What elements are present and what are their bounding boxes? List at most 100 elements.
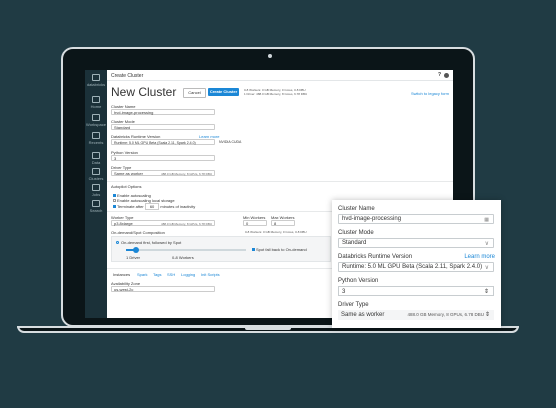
terminate-minutes-input[interactable]: 60 (144, 203, 160, 210)
slider-right-label: 0-8 Workers (172, 255, 194, 260)
home-icon (92, 96, 100, 103)
ondemand-option-text: On-demand first, followed by Spot (121, 240, 182, 245)
spot-fallback-option[interactable]: Spot fall back to On-demand (252, 247, 307, 252)
python-version-select[interactable]: 3 (111, 155, 215, 161)
id-card-icon: ▦ (484, 217, 489, 223)
cluster-icon (92, 168, 100, 175)
breadcrumb: Create Cluster (111, 73, 144, 79)
sidebar-item-workspace[interactable]: Workspace (85, 114, 107, 127)
sidebar-item-clusters[interactable]: Clusters (85, 168, 107, 181)
ondemand-label: On-demand/Spot Composition (111, 230, 165, 235)
autoscaling-disk-checkbox[interactable] (113, 199, 116, 202)
worker-type-select[interactable]: p3.8xlarge 488.0 GB Memory, 8 GPUs, 6.78… (111, 220, 215, 226)
autoscaling-checkbox[interactable] (113, 194, 116, 197)
sidebar-item-search[interactable]: Search (85, 200, 107, 213)
sidebar-item-databricks[interactable]: databricks (85, 74, 107, 87)
composition-slider[interactable] (126, 247, 246, 253)
summary-driver: 1 Driver: 488.0 GB Memory, 8 Cores, 6.78… (244, 92, 308, 96)
zoom-runtime-select[interactable]: Runtime: 5.0 ML GPU Beta (Scala 2.11, Sp… (338, 262, 494, 272)
zoom-python-value: 3 (342, 289, 346, 295)
zoom-cluster-name-value: hvd-image-processing (342, 216, 402, 222)
cluster-name-input[interactable]: hvd-image-processing (111, 109, 215, 115)
page-title: New Cluster (111, 85, 177, 99)
min-workers-input[interactable]: 0 (243, 220, 267, 226)
tab-instances[interactable]: Instances (113, 272, 130, 277)
worker-type-desc: 488.0 GB Memory, 8 GPUs, 6.78 DBU (161, 222, 212, 226)
user-icon[interactable] (444, 73, 449, 78)
zoom-python-select[interactable]: 3 ⇕ (338, 286, 494, 296)
zoom-cluster-mode-select[interactable]: Standard ∨ (338, 238, 494, 248)
zoom-learn-more-link[interactable]: Learn more (464, 254, 495, 260)
help-icon[interactable]: ? (438, 72, 441, 78)
zoom-panel: Cluster Name hvd-image-processing ▦ Clus… (332, 200, 501, 328)
ondemand-radio[interactable] (116, 241, 119, 244)
chevron-down-icon: ∨ (484, 241, 489, 247)
sidebar-item-label: Search (89, 208, 103, 213)
sidebar-item-recents[interactable]: Recents (85, 132, 107, 145)
section-divider (107, 181, 453, 182)
tab-ssh[interactable]: SSH (167, 272, 175, 277)
sidebar-item-label: Clusters (88, 176, 104, 181)
cancel-button[interactable]: Cancel (183, 88, 206, 98)
terminate-option[interactable]: Terminate after 60 minutes of inactivity (113, 203, 195, 210)
cluster-mode-select[interactable]: Standard (111, 124, 215, 130)
zoom-cluster-mode-value: Standard (342, 240, 367, 246)
chevron-down-icon: ∨ (484, 265, 489, 271)
zoom-runtime-value: Runtime: 5.0 ML GPU Beta (Scala 2.11, Sp… (342, 264, 483, 270)
slider-left-label: 1 Driver (126, 255, 141, 260)
spot-fallback-checkbox[interactable] (252, 248, 255, 251)
tab-init-scripts[interactable]: Init Scripts (201, 272, 220, 277)
ondemand-summary: 0-8 Workers: 0 GB Memory, 0 Cores, 0-8 D… (245, 230, 307, 234)
ondemand-option[interactable]: On-demand first, followed by Spot (116, 240, 181, 245)
slider-handle[interactable] (132, 247, 139, 253)
sidebar-item-label: databricks (86, 82, 106, 87)
zoom-driver-type-value: Same as worker (341, 312, 385, 318)
search-icon (92, 200, 100, 207)
zoom-driver-type-desc: 488.0 GB Memory, 8 GPUs, 6.78 DBU (407, 312, 484, 317)
sidebar-item-label: Home (90, 104, 102, 109)
sidebar-item-home[interactable]: Home (85, 96, 107, 109)
zoom-cluster-mode-label: Cluster Mode (338, 230, 374, 236)
tab-logging[interactable]: Logging (181, 272, 195, 277)
updown-icon: ⇕ (483, 289, 489, 295)
sidebar-item-label: Data (91, 160, 101, 165)
zoom-cluster-name-label: Cluster Name (338, 206, 375, 212)
runtime-select[interactable]: Runtime: 5.0 ML GPU Beta (Scala 2.11, Sp… (111, 139, 215, 145)
sidebar-item-data[interactable]: Data (85, 152, 107, 165)
legacy-form-link[interactable]: Switch to legacy form (411, 91, 449, 96)
data-icon (92, 152, 100, 159)
workspace-icon (92, 114, 100, 121)
top-bar: Create Cluster ? (107, 70, 453, 81)
sidebar: databricks Home Workspace Recents Data C… (85, 70, 107, 318)
sidebar-item-label: Recents (88, 140, 104, 145)
worker-type-value: p3.8xlarge (114, 221, 133, 226)
create-cluster-button[interactable]: Create Cluster (208, 88, 239, 96)
tab-tags[interactable]: Tags (153, 272, 161, 277)
clock-icon (92, 132, 100, 139)
tab-spark[interactable]: Spark (137, 272, 147, 277)
driver-type-desc: 488.0 GB Memory, 8 GPUs, 6.78 DBU (161, 172, 212, 176)
autopilot-label: Autopilot Options (111, 184, 142, 189)
driver-type-value: Same as worker (114, 171, 143, 176)
sidebar-item-label: Jobs (91, 192, 101, 197)
availability-zone-select[interactable]: us-west-2c (111, 286, 215, 292)
max-workers-input[interactable]: 8 (271, 220, 295, 226)
zoom-python-label: Python Version (338, 278, 379, 284)
terminate-text: Terminate after (117, 204, 144, 209)
zoom-driver-type-select[interactable]: Same as worker 488.0 GB Memory, 8 GPUs, … (338, 310, 494, 320)
zoom-driver-type-label: Driver Type (338, 302, 369, 308)
sidebar-item-label: Workspace (86, 122, 106, 127)
terminate-suffix: minutes of inactivity (160, 204, 196, 209)
driver-type-select[interactable]: Same as worker 488.0 GB Memory, 8 GPUs, … (111, 170, 215, 176)
terminate-checkbox[interactable] (113, 205, 116, 208)
zoom-cluster-name-input[interactable]: hvd-image-processing ▦ (338, 214, 494, 224)
cluster-summary: 0-8 Workers: 0 GB Memory, 0 Cores, 0-8 D… (244, 88, 364, 96)
updown-icon: ⇕ (484, 312, 490, 318)
composition-panel: On-demand first, followed by Spot Spot f… (111, 236, 331, 262)
jobs-icon (92, 184, 100, 191)
sidebar-item-jobs[interactable]: Jobs (85, 184, 107, 197)
databricks-logo-icon (92, 74, 100, 81)
camera (268, 54, 272, 58)
laptop-notch (245, 328, 291, 330)
zoom-runtime-label: Databricks Runtime Version (338, 254, 413, 260)
